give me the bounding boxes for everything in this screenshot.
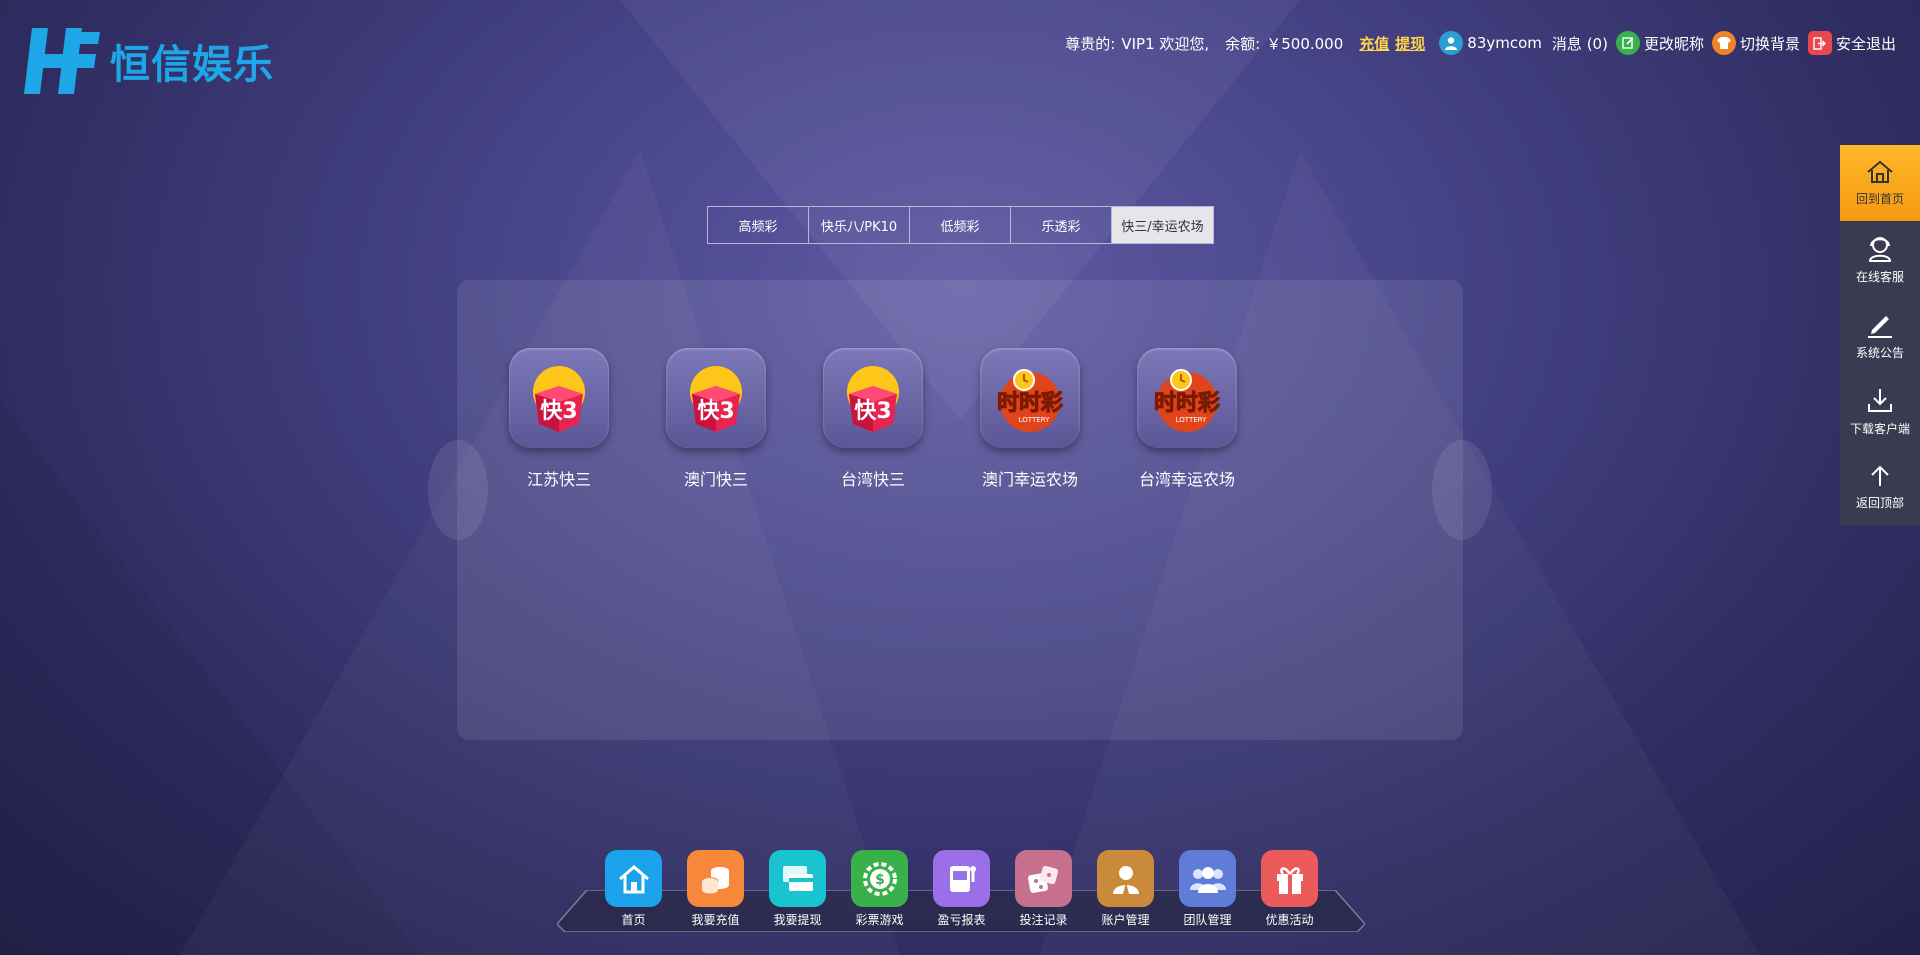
user-topbar: 尊贵的: VIP1 欢迎您, 余额: ￥500.000 充值 提现 83ymco… xyxy=(1065,30,1896,56)
kuai3-dice-icon: 快3 xyxy=(823,348,923,448)
sidebar-label: 在线客服 xyxy=(1855,269,1904,284)
bottom-dock: 首页 我要充值 我要提现 $ 彩票游戏 盈亏报表 投注记录 账户管理 团队管理 … xyxy=(605,850,1318,928)
logout-icon xyxy=(1807,31,1832,55)
home-icon xyxy=(1867,160,1893,183)
tab-kl8-pk10[interactable]: 快乐八/PK10 xyxy=(809,207,910,243)
brand-logo[interactable]: 恒信娱乐 xyxy=(24,24,274,98)
game-name: 台湾幸运农场 xyxy=(1138,470,1235,489)
logout-link[interactable]: 安全退出 xyxy=(1807,31,1896,55)
game-name: 澳门快三 xyxy=(683,470,748,489)
edit-nickname-link[interactable]: 更改昵称 xyxy=(1615,31,1704,55)
sidebar-item-download[interactable]: 下载客户端 xyxy=(1840,373,1920,449)
dock-item-home[interactable]: 首页 xyxy=(605,850,662,928)
gift-icon xyxy=(1261,850,1318,907)
kuai3-dice-icon: 快3 xyxy=(509,348,609,448)
shirt-icon xyxy=(1711,31,1736,55)
logo-mark-icon xyxy=(24,28,100,94)
edit-nickname-text: 更改昵称 xyxy=(1643,34,1704,53)
balance-value: ￥500.000 xyxy=(1266,34,1344,53)
balance-label: 余额: xyxy=(1225,34,1261,53)
dock-label: 首页 xyxy=(621,913,646,927)
greeting-text: 尊贵的: xyxy=(1065,34,1116,53)
sidebar-item-home[interactable]: 回到首页 xyxy=(1840,145,1920,221)
switch-background-link[interactable]: 切换背景 xyxy=(1711,31,1800,55)
dock-item-account[interactable]: 账户管理 xyxy=(1097,850,1154,928)
username-text: 83ymcom xyxy=(1467,34,1542,52)
game-item[interactable]: 快3 台湾快三 xyxy=(823,348,923,490)
svg-text:$: $ xyxy=(875,872,885,888)
tab-lotto[interactable]: 乐透彩 xyxy=(1011,207,1112,243)
team-icon xyxy=(1179,850,1236,907)
home-icon xyxy=(605,850,662,907)
edit-icon xyxy=(1615,31,1640,55)
pencil-icon xyxy=(1868,315,1892,338)
logout-text: 安全退出 xyxy=(1835,34,1896,53)
recharge-link[interactable]: 充值 xyxy=(1359,33,1389,54)
user-badge-icon xyxy=(1097,850,1154,907)
kuai3-dice-icon: 快3 xyxy=(666,348,766,448)
sidebar-label: 返回顶部 xyxy=(1855,495,1904,510)
user-avatar-icon xyxy=(1439,31,1464,55)
dock-label: 优惠活动 xyxy=(1265,913,1314,927)
game-grid: 快3 江苏快三 快3 澳门快三 快3 台湾快三 时时彩 LOTTERY 澳门幸运… xyxy=(509,348,1237,490)
dice-icon xyxy=(1015,850,1072,907)
ssc-sub-label: LOTTERY xyxy=(1019,416,1050,424)
kuai3-label: 快3 xyxy=(697,399,734,424)
game-item[interactable]: 快3 江苏快三 xyxy=(509,348,609,490)
dock-item-lottery-games[interactable]: $ 彩票游戏 xyxy=(851,850,908,928)
dock-item-team[interactable]: 团队管理 xyxy=(1179,850,1236,928)
dock-item-profit-report[interactable]: 盈亏报表 xyxy=(933,850,990,928)
game-item[interactable]: 快3 澳门快三 xyxy=(666,348,766,490)
slot-machine-icon xyxy=(933,850,990,907)
game-name: 江苏快三 xyxy=(526,470,591,489)
messages-link[interactable]: 消息 (0) xyxy=(1552,33,1608,54)
kuai3-label: 快3 xyxy=(540,399,577,424)
sidebar-label: 系统公告 xyxy=(1855,345,1904,360)
sidebar-item-announcement[interactable]: 系统公告 xyxy=(1840,297,1920,373)
card-icon xyxy=(769,850,826,907)
dock-label: 我要提现 xyxy=(773,913,822,927)
dock-item-bet-records[interactable]: 投注记录 xyxy=(1015,850,1072,928)
brand-name: 恒信娱乐 xyxy=(110,41,274,88)
sidebar-item-support[interactable]: 在线客服 xyxy=(1840,221,1920,297)
floating-sidebar: 回到首页 在线客服 系统公告 下载客户端 返回顶部 xyxy=(1840,145,1920,525)
support-agent-icon xyxy=(1868,236,1892,262)
tab-low-frequency[interactable]: 低频彩 xyxy=(910,207,1011,243)
game-item[interactable]: 时时彩 LOTTERY 台湾幸运农场 xyxy=(1137,348,1237,490)
ssc-sub-label: LOTTERY xyxy=(1176,416,1207,424)
arrow-up-icon xyxy=(1871,465,1889,486)
sidebar-label: 下载客户端 xyxy=(1849,421,1910,436)
game-item[interactable]: 时时彩 LOTTERY 澳门幸运农场 xyxy=(980,348,1080,490)
dock-item-withdraw[interactable]: 我要提现 xyxy=(769,850,826,928)
download-icon xyxy=(1868,388,1892,412)
ssc-label: 时时彩 xyxy=(997,391,1063,416)
game-name: 澳门幸运农场 xyxy=(981,470,1078,489)
dock-item-promotions[interactable]: 优惠活动 xyxy=(1261,850,1318,928)
coins-icon xyxy=(687,850,744,907)
sidebar-item-back-to-top[interactable]: 返回顶部 xyxy=(1840,449,1920,525)
tab-high-frequency[interactable]: 高频彩 xyxy=(708,207,809,243)
switch-background-text: 切换背景 xyxy=(1739,34,1800,53)
dock-label: 彩票游戏 xyxy=(855,913,904,927)
dock-label: 团队管理 xyxy=(1183,913,1232,927)
ssc-label: 时时彩 xyxy=(1154,391,1220,416)
sidebar-label: 回到首页 xyxy=(1855,191,1904,206)
user-profile[interactable]: 83ymcom xyxy=(1439,31,1542,55)
messages-text: 消息 (0) xyxy=(1551,34,1608,53)
dock-item-recharge[interactable]: 我要充值 xyxy=(687,850,744,928)
shishicai-lottery-icon: 时时彩 LOTTERY xyxy=(980,348,1080,448)
dock-label: 账户管理 xyxy=(1101,913,1150,927)
withdraw-link[interactable]: 提现 xyxy=(1395,33,1425,54)
dollar-chip-icon: $ xyxy=(851,850,908,907)
game-name: 台湾快三 xyxy=(840,470,905,489)
tab-k3-lucky-farm[interactable]: 快三/幸运农场 xyxy=(1112,207,1213,243)
kuai3-label: 快3 xyxy=(854,399,891,424)
lottery-category-tabs: 高频彩 快乐八/PK10 低频彩 乐透彩 快三/幸运农场 xyxy=(707,206,1214,244)
dock-label: 盈亏报表 xyxy=(937,913,986,927)
dock-label: 我要充值 xyxy=(691,913,740,927)
vip-text: VIP1 欢迎您, xyxy=(1121,34,1210,53)
shishicai-lottery-icon: 时时彩 LOTTERY xyxy=(1137,348,1237,448)
dock-label: 投注记录 xyxy=(1019,913,1068,927)
